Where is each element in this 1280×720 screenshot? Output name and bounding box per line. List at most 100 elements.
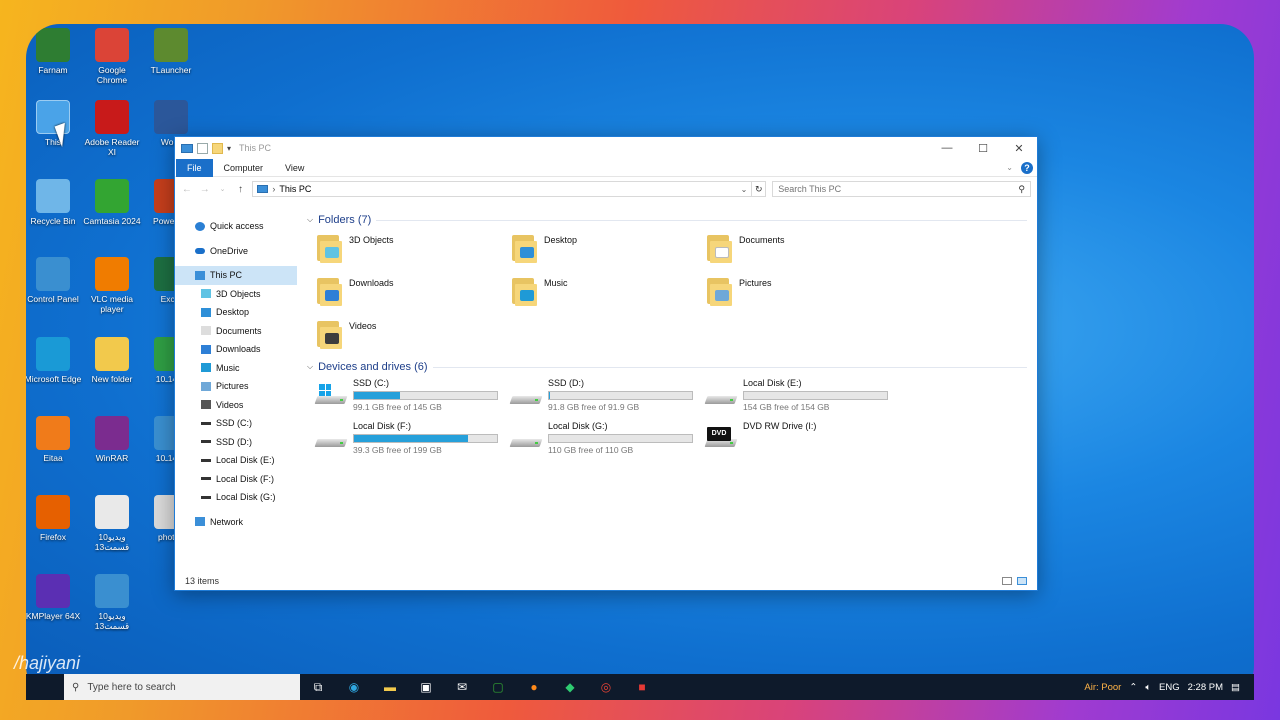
address-bar[interactable]: › This PC ⌄	[252, 181, 753, 197]
details-view-icon[interactable]	[1002, 577, 1012, 585]
nav-item-3d-objects[interactable]: 3D Objects	[175, 285, 297, 304]
drive-local-disk-f[interactable]: Local Disk (F:) 39.3 GB free of 199 GB	[314, 419, 510, 462]
tab-view[interactable]: View	[274, 159, 315, 177]
minecraft-icon	[154, 28, 188, 62]
folder-downloads[interactable]: Downloads	[315, 272, 510, 315]
desktop-icon-minecraft[interactable]: TLauncher	[142, 28, 200, 75]
desktop-icon-chrome[interactable]: Google Chrome	[83, 28, 141, 85]
nav-item-music[interactable]: Music	[175, 359, 297, 378]
desktop-icon-winrar[interactable]: WinRAR	[83, 416, 141, 463]
nav-item-network[interactable]: Network	[175, 513, 297, 532]
desktop-icon-firefox[interactable]: Firefox	[26, 495, 82, 542]
close-button[interactable]: ✕	[1001, 137, 1037, 159]
file-explorer-icon[interactable]: ▬	[372, 674, 408, 700]
acrobat-icon[interactable]: ■	[624, 674, 660, 700]
nav-item-this-pc[interactable]: This PC	[175, 266, 297, 285]
folder-pictures[interactable]: Pictures	[705, 272, 900, 315]
nav-item-onedrive[interactable]: OneDrive	[175, 242, 297, 261]
folder-desktop[interactable]: Desktop	[510, 229, 705, 272]
properties-icon[interactable]	[197, 142, 208, 154]
desktop-icon-vlc[interactable]: VLC media player	[83, 257, 141, 314]
up-arrow-icon[interactable]: ↑	[235, 184, 247, 195]
desktop-icon-eitaa[interactable]: Eitaa	[26, 416, 82, 463]
desktop-icon-control-panel[interactable]: Control Panel	[26, 257, 82, 304]
desktop-icon-recycle-bin[interactable]: Recycle Bin	[26, 179, 82, 226]
nav-item-local-disk-f[interactable]: Local Disk (F:)	[175, 470, 297, 489]
nav-item-ssd-c[interactable]: SSD (C:)	[175, 414, 297, 433]
navigation-bar: ← → ⌄ ↑ › This PC ⌄ ↻ ⚲	[175, 177, 1037, 201]
item-count: 13 items	[185, 576, 220, 586]
chevron-down-icon[interactable]: ⌵	[307, 362, 313, 372]
volume-icon[interactable]: 🔈︎	[1145, 682, 1151, 693]
minimize-button[interactable]: —	[929, 137, 965, 159]
video-icon	[201, 400, 211, 410]
nav-item-quick-access[interactable]: Quick access	[175, 217, 297, 236]
forward-arrow-icon[interactable]: →	[199, 184, 211, 195]
breadcrumb[interactable]: This PC	[279, 184, 311, 194]
nav-item-local-disk-e[interactable]: Local Disk (E:)	[175, 451, 297, 470]
eitaa-icon[interactable]: ◆	[552, 674, 588, 700]
mail-icon[interactable]: ✉	[444, 674, 480, 700]
language-indicator[interactable]: ENG	[1159, 682, 1180, 693]
store-icon[interactable]: ▣	[408, 674, 444, 700]
nav-item-videos[interactable]: Videos	[175, 396, 297, 415]
breadcrumb-separator-icon[interactable]: ›	[272, 184, 275, 194]
chevron-down-icon[interactable]: ⌵	[307, 215, 313, 225]
customize-toolbar-icon[interactable]: ▾	[227, 144, 231, 153]
task-view-icon[interactable]: ⧉	[300, 674, 336, 700]
chrome-icon[interactable]: ◎	[588, 674, 624, 700]
taskbar-search-placeholder[interactable]: Type here to search	[87, 682, 175, 693]
nav-item-downloads[interactable]: Downloads	[175, 340, 297, 359]
desktop-icon-acrobat[interactable]: Adobe Reader XI	[83, 100, 141, 157]
chevron-down-icon[interactable]: ⌄	[741, 185, 748, 194]
nav-item-ssd-d[interactable]: SSD (D:)	[175, 433, 297, 452]
recent-locations-icon[interactable]: ⌄	[217, 185, 229, 193]
desktop-icon-video-file[interactable]: ویدیو10 قسمت13	[83, 574, 141, 631]
maximize-button[interactable]: ☐	[965, 137, 1001, 159]
camtasia-icon[interactable]: ▢	[480, 674, 516, 700]
folders-section-header[interactable]: ⌵ Folders (7)	[307, 211, 1037, 229]
folder-music[interactable]: Music	[510, 272, 705, 315]
usage-bar-fill	[354, 435, 469, 442]
search-input[interactable]	[778, 184, 1019, 194]
desktop-icon-edge[interactable]: Microsoft Edge	[26, 337, 82, 384]
drive-dvd-rw-drive-i[interactable]: DVD DVD RW Drive (I:)	[704, 419, 900, 462]
desktop-icon-camtasia-file[interactable]: ویدیو10 قسمت13	[83, 495, 141, 552]
drive-ssd-c[interactable]: SSD (C:) 99.1 GB free of 145 GB	[314, 376, 510, 419]
folder-documents[interactable]: Documents	[705, 229, 900, 272]
folders-grid: 3D Objects Desktop Documents Downloads Music…	[307, 229, 1037, 358]
chevron-up-icon[interactable]: ⌃	[1129, 682, 1137, 693]
drive-local-disk-g[interactable]: Local Disk (G:) 110 GB free of 110 GB	[509, 419, 705, 462]
help-icon[interactable]: ?	[1021, 161, 1033, 174]
desktop-icon-this-pc[interactable]: This	[26, 100, 82, 147]
new-folder-icon[interactable]	[212, 142, 223, 154]
air-quality[interactable]: Air: Poor	[1084, 682, 1121, 693]
desktop-icon-folder[interactable]: New folder	[83, 337, 141, 384]
expand-ribbon-icon[interactable]: ⌄	[1006, 163, 1013, 172]
firefox-icon[interactable]: ●	[516, 674, 552, 700]
tab-computer[interactable]: Computer	[213, 159, 275, 177]
notifications-icon[interactable]: ▤	[1231, 682, 1240, 693]
desktop-icon-user[interactable]: Farnam	[26, 28, 82, 75]
nav-item-label: Quick access	[210, 221, 264, 232]
search-box[interactable]: ⚲	[772, 181, 1031, 197]
drive-ssd-d[interactable]: SSD (D:) 91.8 GB free of 91.9 GB	[509, 376, 705, 419]
desktop-icon-camtasia[interactable]: Camtasia 2024	[83, 179, 141, 226]
back-arrow-icon[interactable]: ←	[181, 184, 193, 195]
nav-item-documents[interactable]: Documents	[175, 322, 297, 341]
edge-icon[interactable]: ◉	[336, 674, 372, 700]
large-icons-view-icon[interactable]	[1017, 577, 1027, 585]
drive-local-disk-e[interactable]: Local Disk (E:) 154 GB free of 154 GB	[704, 376, 900, 419]
drives-section-header[interactable]: ⌵ Devices and drives (6)	[307, 358, 1037, 376]
desktop-icon-kmplayer[interactable]: KMPlayer 64X	[26, 574, 82, 621]
folder-3d-objects[interactable]: 3D Objects	[315, 229, 510, 272]
dvd-badge: DVD	[707, 427, 731, 441]
folder-videos[interactable]: Videos	[315, 315, 510, 358]
refresh-button[interactable]: ↻	[752, 181, 767, 197]
nav-item-pictures[interactable]: Pictures	[175, 377, 297, 396]
tab-file[interactable]: File	[176, 158, 213, 177]
taskbar-search[interactable]: ⚲ Type here to search	[64, 674, 300, 700]
clock[interactable]: 2:28 PM	[1188, 682, 1223, 693]
nav-item-local-disk-g[interactable]: Local Disk (G:)	[175, 488, 297, 507]
nav-item-desktop[interactable]: Desktop	[175, 303, 297, 322]
